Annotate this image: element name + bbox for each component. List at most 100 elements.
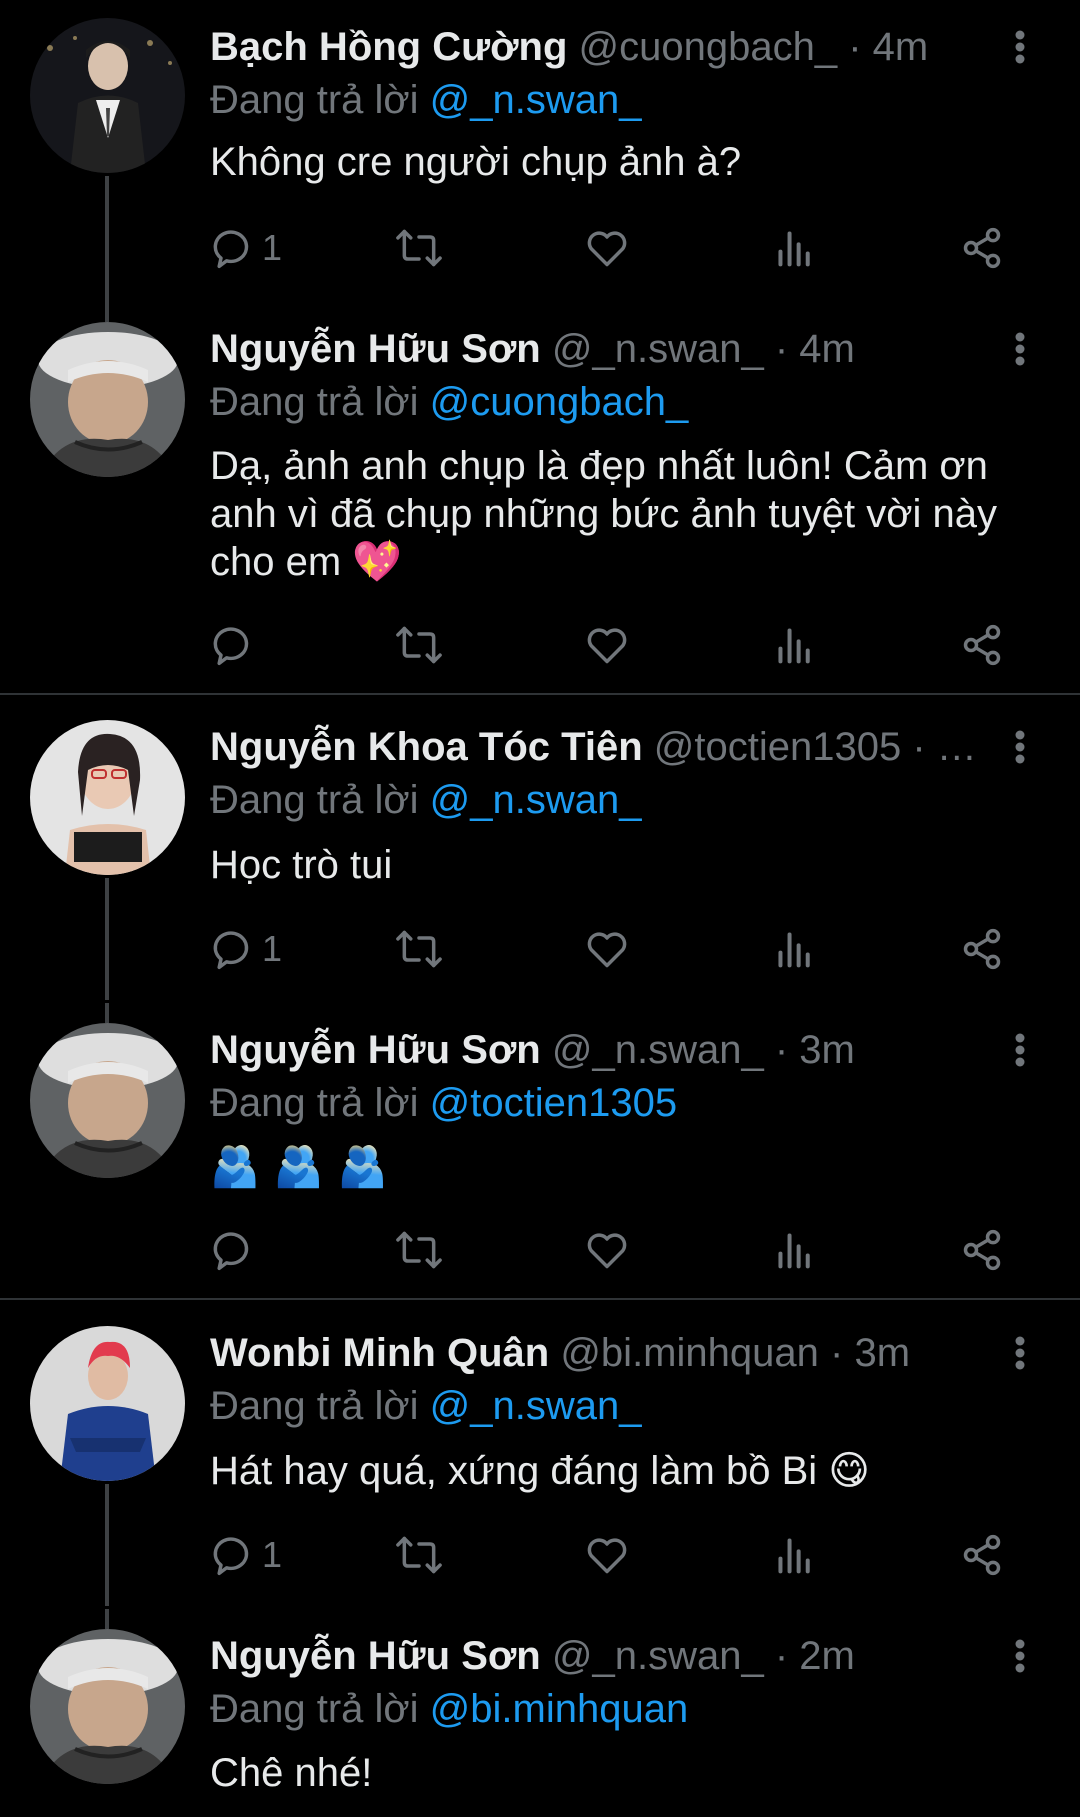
- display-name[interactable]: Nguyễn Hữu Sơn: [210, 1634, 541, 1678]
- avatar[interactable]: [30, 1629, 185, 1784]
- tweet-text: Không cre người chụp ảnh à?: [210, 140, 742, 184]
- reply-button[interactable]: [210, 615, 262, 675]
- mention-link[interactable]: @_n.swan_: [430, 778, 642, 822]
- display-name[interactable]: Nguyễn Hữu Sơn: [210, 1028, 541, 1072]
- replying-prefix: Đang trả lời: [210, 1081, 419, 1125]
- timestamp[interactable]: 4m: [873, 25, 929, 69]
- thread-divider: [0, 1298, 1080, 1300]
- mention-link[interactable]: @toctien1305: [430, 1081, 677, 1125]
- views-button[interactable]: [775, 1525, 815, 1585]
- timestamp[interactable]: 2m: [799, 1634, 855, 1678]
- mention-link[interactable]: @bi.minhquan: [430, 1687, 689, 1731]
- handle[interactable]: @bi.minhquan: [560, 1331, 819, 1375]
- retweet-button[interactable]: [395, 919, 443, 979]
- views-button[interactable]: [775, 1220, 815, 1280]
- replying-prefix: Đang trả lời: [210, 1384, 419, 1428]
- retweet-button[interactable]: [395, 218, 443, 278]
- avatar[interactable]: [30, 322, 185, 477]
- reply-button[interactable]: 1: [210, 218, 282, 278]
- replying-prefix: Đang trả lời: [210, 380, 419, 424]
- separator-dot: ·: [774, 327, 789, 371]
- timestamp[interactable]: 3m: [854, 1331, 910, 1375]
- action-bar: 1: [210, 1525, 1010, 1585]
- reply-button[interactable]: [210, 1220, 262, 1280]
- reply-count: 1: [262, 928, 283, 969]
- retweet-icon: [396, 229, 442, 267]
- like-icon: [587, 231, 627, 267]
- handle[interactable]: @toctien1305: [654, 725, 901, 769]
- handle[interactable]: @_n.swan_: [552, 327, 764, 371]
- reply-button[interactable]: 1: [210, 1525, 282, 1585]
- timestamp[interactable]: 4m: [799, 327, 855, 371]
- like-button[interactable]: [585, 615, 629, 675]
- separator-dot: · …: [912, 725, 977, 769]
- tweet[interactable]: Nguyễn Hữu Sơn @_n.swan_ · 4m Đang trả l…: [0, 302, 1080, 690]
- avatar[interactable]: [30, 1326, 185, 1481]
- like-button[interactable]: [585, 218, 629, 278]
- avatar[interactable]: [30, 18, 185, 173]
- views-button[interactable]: [775, 615, 815, 675]
- reply-button[interactable]: 1: [210, 919, 282, 979]
- more-vertical-icon[interactable]: [1000, 1631, 1040, 1681]
- share-button[interactable]: [960, 1220, 1004, 1280]
- tweet[interactable]: Nguyễn Hữu Sơn @_n.swan_ · 3m Đang trả l…: [0, 1003, 1080, 1298]
- mention-link[interactable]: @cuongbach_: [430, 380, 689, 424]
- views-button[interactable]: [775, 218, 815, 278]
- views-button[interactable]: [775, 919, 815, 979]
- timestamp[interactable]: 3m: [799, 1028, 855, 1072]
- more-vertical-icon[interactable]: [1000, 722, 1040, 772]
- separator-dot: ·: [830, 1331, 844, 1375]
- replying-prefix: Đang trả lời: [210, 78, 419, 122]
- reply-count: 1: [262, 1534, 283, 1575]
- display-name[interactable]: Wonbi Minh Quân: [210, 1331, 549, 1375]
- handle[interactable]: @_n.swan_: [552, 1634, 764, 1678]
- thread-line: [105, 1484, 109, 1606]
- tweet[interactable]: Bạch Hồng Cường @cuongbach_ · 4m Đang tr…: [0, 0, 1080, 316]
- replying-prefix: Đang trả lời: [210, 778, 419, 822]
- handle[interactable]: @cuongbach_: [579, 25, 838, 69]
- retweet-button[interactable]: [395, 1220, 443, 1280]
- mention-link[interactable]: @_n.swan_: [430, 78, 642, 122]
- like-button[interactable]: [585, 1525, 629, 1585]
- thread-line: [105, 1003, 109, 1023]
- replying-to: Đang trả lời @bi.minhquan: [210, 1684, 688, 1734]
- tweet-header: Nguyễn Hữu Sơn @_n.swan_ · 4m: [210, 324, 990, 374]
- share-button[interactable]: [960, 919, 1004, 979]
- mention-link[interactable]: @_n.swan_: [430, 1384, 642, 1428]
- share-icon: [963, 624, 1001, 666]
- handle[interactable]: @_n.swan_: [552, 1028, 764, 1072]
- share-icon: [963, 1229, 1001, 1271]
- like-button[interactable]: [585, 1220, 629, 1280]
- more-vertical-icon[interactable]: [1000, 22, 1040, 72]
- tweet[interactable]: Nguyễn Hữu Sơn @_n.swan_ · 2m Đang trả l…: [0, 1609, 1080, 1817]
- action-bar: 1: [210, 919, 1010, 979]
- more-vertical-icon[interactable]: [1000, 1025, 1040, 1075]
- replying-to: Đang trả lời @_n.swan_: [210, 775, 642, 825]
- avatar[interactable]: [30, 720, 185, 875]
- tweet-text: Dạ, ảnh anh chụp là đẹp nhất luôn! Cảm ơ…: [210, 444, 997, 584]
- tweet[interactable]: Nguyễn Khoa Tóc Tiên @toctien1305 · … Đa…: [0, 700, 1080, 1000]
- display-name[interactable]: Bạch Hồng Cường: [210, 25, 567, 69]
- avatar[interactable]: [30, 1023, 185, 1178]
- display-name[interactable]: Nguyễn Hữu Sơn: [210, 327, 541, 371]
- more-vertical-icon[interactable]: [1000, 1328, 1040, 1378]
- thread-divider: [0, 693, 1080, 695]
- retweet-button[interactable]: [395, 1525, 443, 1585]
- share-icon: [963, 1534, 1001, 1576]
- reply-icon: [213, 1232, 249, 1271]
- more-vertical-icon[interactable]: [1000, 324, 1040, 374]
- tweet-header: Bạch Hồng Cường @cuongbach_ · 4m: [210, 22, 990, 72]
- like-icon: [587, 932, 627, 968]
- views-icon: [778, 1233, 810, 1269]
- share-button[interactable]: [960, 615, 1004, 675]
- tweet[interactable]: Wonbi Minh Quân @bi.minhquan · 3m Đang t…: [0, 1306, 1080, 1606]
- reply-thread-feed: Bạch Hồng Cường @cuongbach_ · 4m Đang tr…: [0, 0, 1080, 1817]
- replying-to: Đang trả lời @_n.swan_: [210, 75, 642, 125]
- views-icon: [778, 1538, 810, 1574]
- share-button[interactable]: [960, 1525, 1004, 1585]
- display-name[interactable]: Nguyễn Khoa Tóc Tiên: [210, 725, 643, 769]
- retweet-button[interactable]: [395, 615, 443, 675]
- share-button[interactable]: [960, 218, 1004, 278]
- action-bar: [210, 1220, 1010, 1280]
- like-button[interactable]: [585, 919, 629, 979]
